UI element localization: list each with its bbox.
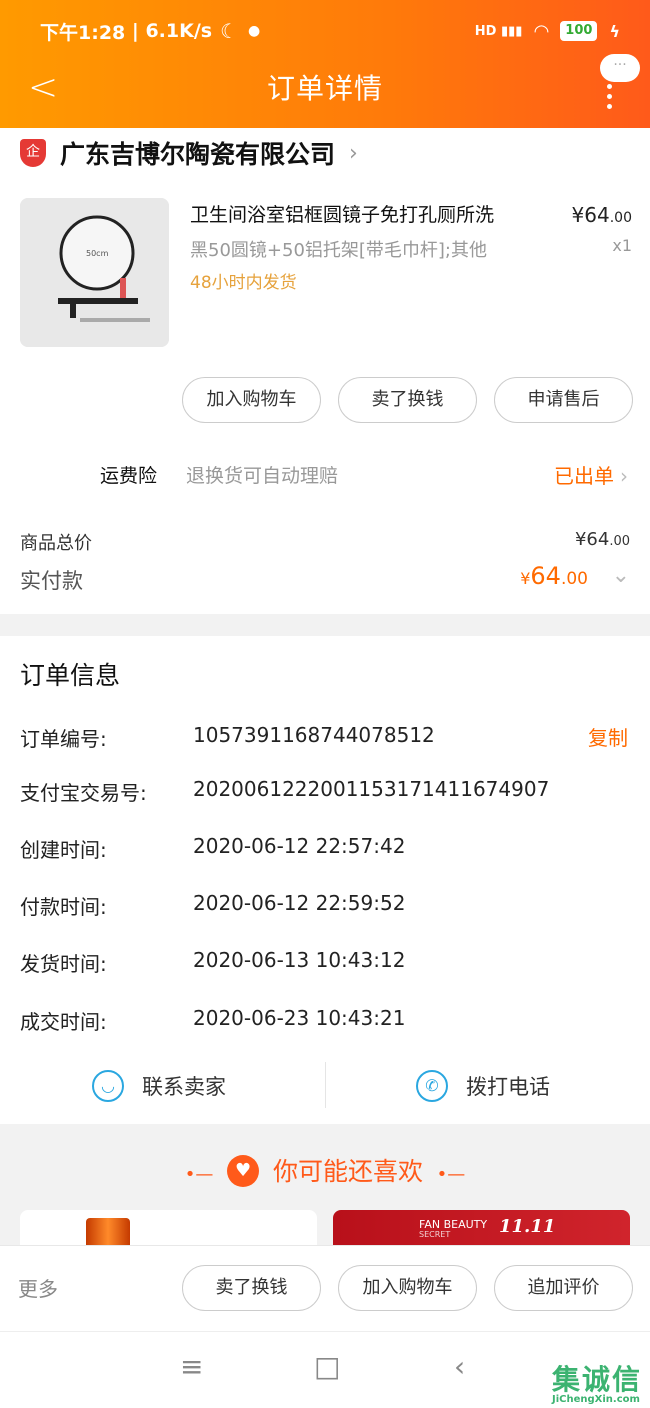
product-quantity: x1 bbox=[612, 236, 632, 255]
add-to-cart-button[interactable]: 加入购物车 bbox=[182, 377, 321, 423]
shop-name: 广东吉博尔陶瓷有限公司 bbox=[60, 140, 336, 169]
shipping-note: 48小时内发货 bbox=[190, 273, 297, 293]
add-to-cart-button[interactable]: 加入购物车 bbox=[338, 1265, 477, 1311]
page-title: 订单详情 bbox=[266, 72, 383, 105]
chat-bubble-icon: ··· bbox=[600, 54, 640, 82]
product-price: ¥64.00 bbox=[571, 203, 632, 227]
decor-line-left: •— bbox=[184, 1164, 220, 1185]
goods-total-label: 商品总价 bbox=[20, 533, 92, 554]
completed-time-value: 2020-06-23 10:43:21 bbox=[193, 1006, 406, 1030]
order-number-label: 订单编号: bbox=[20, 727, 107, 751]
watermark-logo: 集诚信 JiChengXin.com bbox=[551, 1363, 642, 1405]
header-bar: 下午1:28 | 6.1K/s ☾ ● HD ▮▮▮ ◠ 100 ϟ < 订单详… bbox=[0, 0, 650, 128]
recommend-title: •— ♥ 你可能还喜欢 •— bbox=[184, 1155, 466, 1187]
divider bbox=[325, 1062, 326, 1108]
order-number-value: 1057391168744078512 bbox=[193, 723, 435, 747]
insurance-description: 退换货可自动理赔 bbox=[186, 465, 339, 487]
call-phone-button[interactable]: ✆ 拨打电话 bbox=[416, 1063, 550, 1109]
resell-button[interactable]: 卖了换钱 bbox=[182, 1265, 321, 1311]
back-icon[interactable]: ‹ bbox=[454, 1350, 465, 1383]
nav-bar: < 订单详情 ··· bbox=[0, 54, 650, 114]
charging-icon: ϟ bbox=[609, 21, 620, 41]
heart-icon: ♥ bbox=[227, 1155, 260, 1187]
created-time-label: 创建时间: bbox=[20, 838, 107, 862]
more-dots-icon bbox=[607, 84, 612, 109]
app-notification-icon: ● bbox=[248, 23, 261, 39]
order-info-title: 订单信息 bbox=[20, 661, 121, 690]
contact-seller-label: 联系卖家 bbox=[142, 1075, 226, 1099]
add-review-button[interactable]: 追加评价 bbox=[494, 1265, 633, 1311]
battery-icon: 100 bbox=[560, 21, 598, 41]
recommend-date: 11.11 bbox=[499, 1216, 556, 1237]
call-phone-label: 拨打电话 bbox=[466, 1075, 550, 1099]
phone-icon: ✆ bbox=[416, 1070, 448, 1102]
wifi-icon: ◠ bbox=[534, 20, 549, 42]
menu-icon[interactable]: ≡ bbox=[180, 1350, 203, 1383]
chat-face-icon: ◡ bbox=[92, 1070, 124, 1102]
more-menu-button[interactable]: ··· bbox=[600, 54, 640, 114]
paid-label: 实付款 bbox=[20, 569, 83, 593]
chevron-right-icon: › bbox=[349, 140, 358, 166]
completed-time-label: 成交时间: bbox=[20, 1010, 107, 1034]
resell-button[interactable]: 卖了换钱 bbox=[338, 377, 477, 423]
paid-value: ¥64.00 bbox=[520, 562, 588, 590]
home-icon[interactable]: □ bbox=[314, 1350, 340, 1383]
recommend-sub: SECRET bbox=[419, 1230, 451, 1239]
created-time-value: 2020-06-12 22:57:42 bbox=[193, 834, 406, 858]
insurance-status[interactable]: 已出单 › bbox=[554, 460, 628, 489]
shipped-time-label: 发货时间: bbox=[20, 952, 107, 976]
paid-time-label: 付款时间: bbox=[20, 895, 107, 919]
goods-total-value: ¥64.00 bbox=[574, 529, 630, 550]
signal-icon: HD ▮▮▮ bbox=[474, 23, 523, 39]
insurance-label: 运费险 bbox=[100, 465, 158, 487]
status-time: 下午1:28 bbox=[40, 21, 126, 44]
status-speed: 6.1K/s bbox=[145, 20, 213, 42]
moon-icon: ☾ bbox=[220, 19, 239, 43]
alipay-number-value: 2020061222001153171411674907 bbox=[193, 777, 550, 801]
product-image[interactable]: 50cm bbox=[20, 198, 169, 347]
copy-button[interactable]: 复制 bbox=[588, 722, 628, 751]
contact-seller-button[interactable]: ◡ 联系卖家 bbox=[92, 1063, 226, 1109]
shop-header[interactable]: 企 广东吉博尔陶瓷有限公司 › bbox=[20, 138, 358, 169]
order-info-card bbox=[0, 636, 650, 1124]
chevron-down-icon[interactable]: ⌄ bbox=[612, 563, 630, 588]
product-sku: 黑50圆镜+50铝托架[带毛巾杆];其他 bbox=[190, 240, 487, 261]
decor-line-right: •— bbox=[430, 1164, 466, 1185]
enterprise-badge-icon: 企 bbox=[20, 139, 46, 167]
svg-text:50cm: 50cm bbox=[86, 249, 109, 258]
mirror-image-icon: 50cm bbox=[20, 198, 169, 347]
paid-time-value: 2020-06-12 22:59:52 bbox=[193, 891, 406, 915]
after-sale-button[interactable]: 申请售后 bbox=[494, 377, 633, 423]
shipped-time-value: 2020-06-13 10:43:12 bbox=[193, 948, 406, 972]
product-title[interactable]: 卫生间浴室铝框圆镜子免打孔厕所洗 bbox=[190, 200, 494, 227]
status-bar: 下午1:28 | 6.1K/s ☾ ● HD ▮▮▮ ◠ 100 ϟ bbox=[40, 19, 620, 44]
more-button[interactable]: 更多 bbox=[18, 1273, 58, 1302]
alipay-number-label: 支付宝交易号: bbox=[20, 781, 147, 805]
chevron-right-icon: › bbox=[620, 464, 628, 488]
